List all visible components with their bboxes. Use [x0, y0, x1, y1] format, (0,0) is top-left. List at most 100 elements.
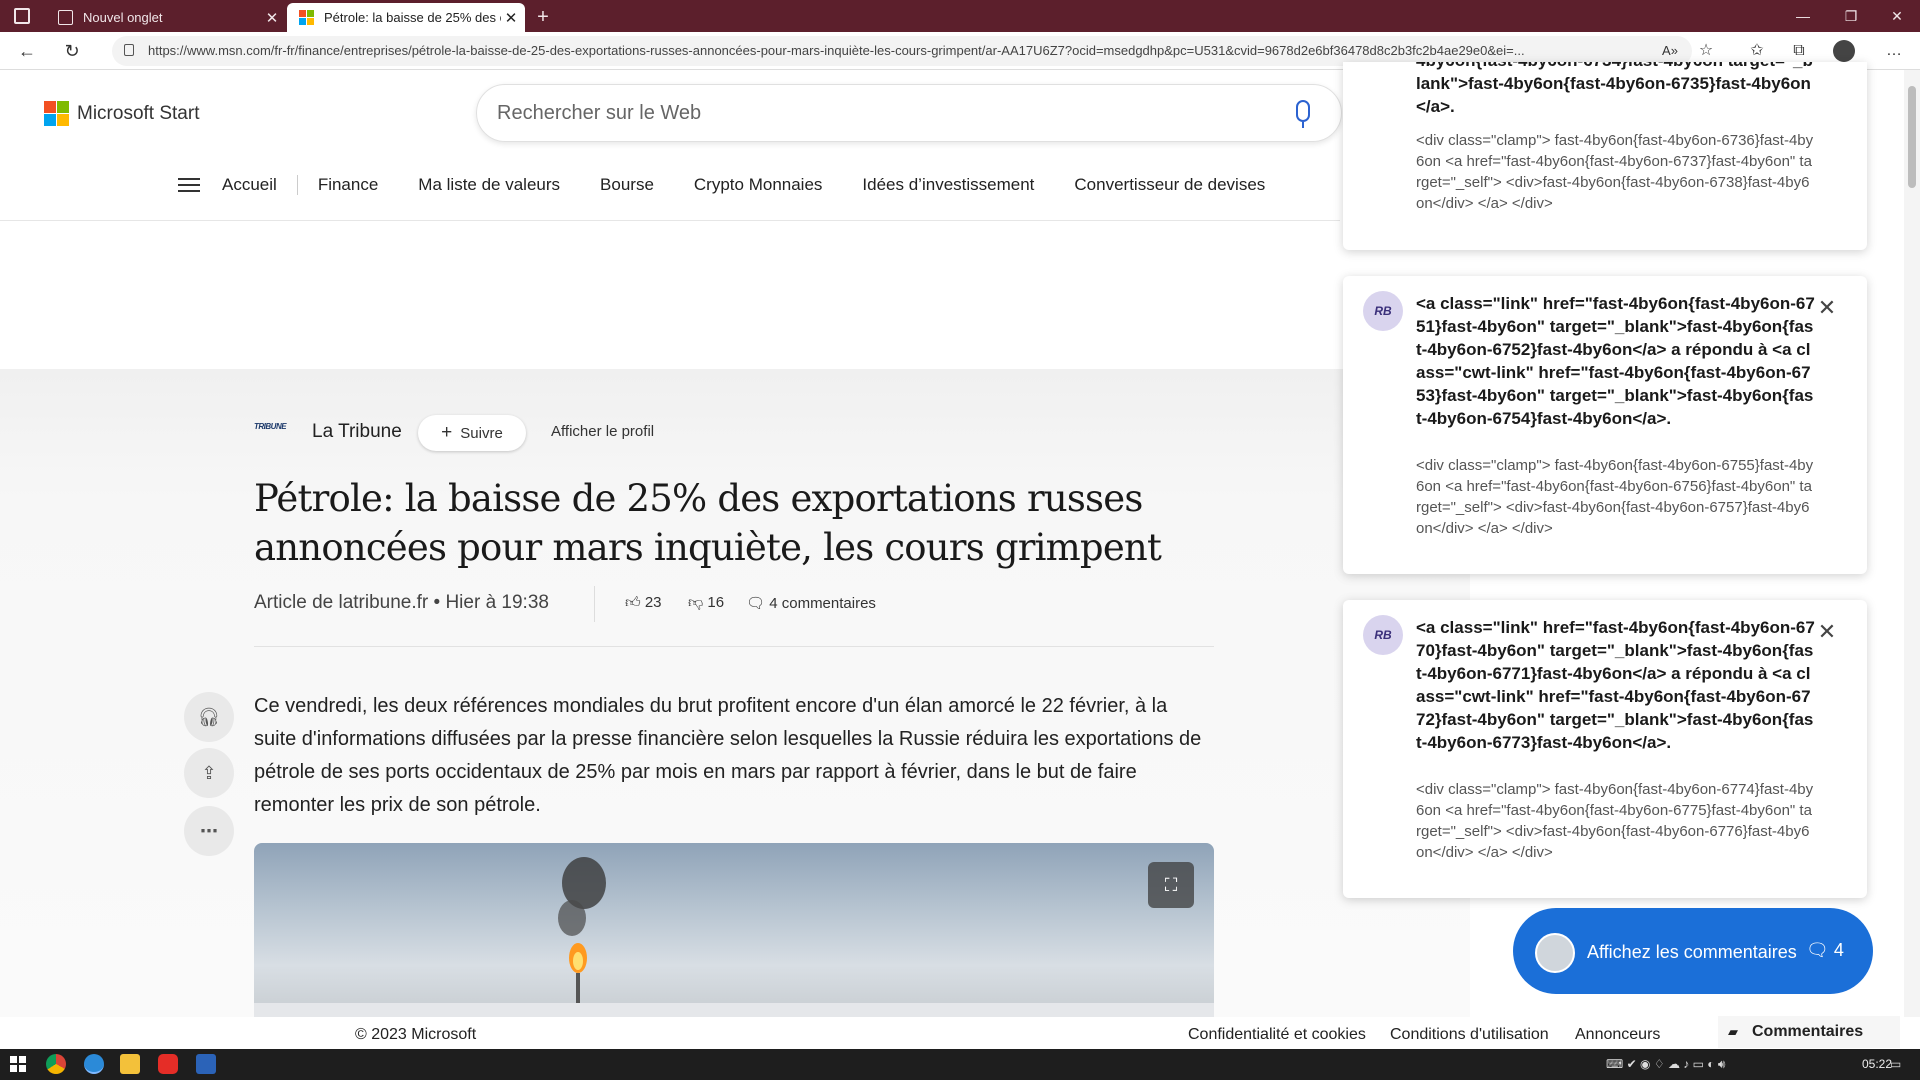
- close-tab-icon[interactable]: ✕: [501, 9, 521, 27]
- show-comments-count: 🗨︎ 4: [1806, 940, 1844, 961]
- restore-button[interactable]: ❐: [1828, 0, 1874, 32]
- comment-count: 4: [1833, 940, 1844, 960]
- advertisers-link[interactable]: Annonceurs: [1575, 1026, 1660, 1044]
- hamburger-menu-icon[interactable]: [178, 178, 200, 192]
- nav-item-investment-ideas[interactable]: Idées d’investissement: [842, 175, 1054, 195]
- microsoft-logo-icon: [44, 101, 69, 126]
- article-image[interactable]: [254, 843, 1214, 1018]
- source-logo[interactable]: TRIBUNE: [254, 422, 298, 442]
- notification-title-text: 4by6on{fast-4by6on-6734}fast-4by6on targ…: [1416, 62, 1813, 116]
- tab-label: Pétrole: la baisse de 25% des exportatio…: [324, 10, 501, 25]
- notification-body: <div class="clamp"> fast-4by6on{fast-4by…: [1416, 132, 1814, 212]
- dislike-button[interactable]: 👎︎ 16: [688, 594, 724, 612]
- search-input[interactable]: Rechercher sur le Web: [476, 84, 1342, 142]
- microphone-stem: [1302, 122, 1304, 128]
- comment-count: 4 commentaires: [769, 595, 876, 612]
- nav-item-watchlist[interactable]: Ma liste de valeurs: [398, 175, 580, 195]
- terms-link[interactable]: Conditions d'utilisation: [1390, 1026, 1549, 1044]
- edge-icon[interactable]: [84, 1054, 104, 1074]
- nav-item-bourse[interactable]: Bourse: [580, 175, 674, 195]
- nav-item-currency-converter[interactable]: Convertisseur de devises: [1054, 175, 1285, 195]
- windows-start-icon[interactable]: [8, 1054, 28, 1074]
- notification-card[interactable]: 4by6on{fast-4by6on-6734}fast-4by6on targ…: [1343, 62, 1867, 250]
- app-icon[interactable]: [196, 1054, 216, 1074]
- minimize-button[interactable]: —: [1780, 0, 1826, 32]
- oil-flare-photo: [254, 857, 1214, 1018]
- plus-icon: +: [441, 422, 453, 443]
- youtube-icon[interactable]: [158, 1054, 178, 1074]
- ad-space: [0, 221, 1340, 369]
- avatar: RB: [1363, 615, 1403, 655]
- msn-favicon-icon: [299, 10, 314, 25]
- follow-label: Suivre: [460, 425, 503, 442]
- chrome-icon[interactable]: [46, 1054, 66, 1074]
- article-byline: Article de latribune.fr • Hier à 19:38: [254, 592, 549, 613]
- close-notification-icon[interactable]: ✕: [1815, 296, 1839, 320]
- comment-icon: ▰: [1728, 1024, 1738, 1039]
- microsoft-start-logo[interactable]: Microsoft Start: [44, 101, 199, 126]
- like-count: 23: [644, 594, 662, 611]
- listen-button[interactable]: 🎧︎: [184, 692, 234, 742]
- article-headline: Pétrole: la baisse de 25% des exportatio…: [254, 477, 1162, 569]
- back-button[interactable]: ←: [12, 38, 42, 64]
- notification-card[interactable]: RB <a class="link" href="fast-4by6on{fas…: [1343, 600, 1867, 898]
- notification-card[interactable]: RB <a class="link" href="fast-4by6on{fas…: [1343, 276, 1867, 574]
- avatar: RB: [1363, 291, 1403, 331]
- article-body: Ce vendredi, les deux références mondial…: [254, 695, 1202, 816]
- read-aloud-icon[interactable]: A»: [1656, 38, 1684, 64]
- system-tray-icons[interactable]: ⌨ ✔ ◉ ♢ ☁ ♪ ▭ ◐ 🔊︎: [1606, 1057, 1725, 1072]
- nav-item-crypto[interactable]: Crypto Monnaies: [674, 175, 843, 195]
- lock-icon[interactable]: [124, 44, 134, 56]
- notification-title: <a class="link" href="fast-4by6on{fast-4…: [1416, 618, 1815, 752]
- nav-item-finance[interactable]: Finance: [298, 175, 398, 195]
- new-tab-icon: [58, 10, 73, 25]
- tab-article[interactable]: Pétrole: la baisse de 25% des exportatio…: [287, 3, 525, 32]
- clock[interactable]: 05:22: [1862, 1057, 1892, 1071]
- meta-divider: [594, 586, 595, 622]
- comments-button[interactable]: 🗨︎ 4 commentaires: [746, 594, 876, 612]
- dislike-count: 16: [707, 594, 725, 611]
- thumbs-up-icon: 👍︎: [625, 594, 645, 611]
- notification-body: <div class="clamp"> fast-4by6on{fast-4by…: [1416, 781, 1814, 861]
- collections-icon[interactable]: ⧉: [1785, 38, 1813, 64]
- like-button[interactable]: 👍︎ 23: [625, 594, 662, 612]
- add-favorite-icon[interactable]: ☆: [1692, 38, 1720, 64]
- nav-item-accueil[interactable]: Accueil: [222, 175, 298, 195]
- favorites-icon[interactable]: ✩: [1743, 38, 1771, 64]
- close-notification-icon[interactable]: ✕: [1815, 620, 1839, 644]
- tab-actions-icon[interactable]: [14, 8, 30, 24]
- comments-tab-label: Commentaires: [1752, 1023, 1864, 1040]
- comment-icon: 🗨︎: [746, 595, 770, 612]
- show-comments-label: Affichez les commentaires: [1587, 942, 1797, 962]
- more-menu-icon[interactable]: …: [1880, 38, 1908, 64]
- expand-icon: ⛶: [1164, 875, 1178, 895]
- notification-title: 4by6on{fast-4by6on-6734}fast-4by6on targ…: [1416, 62, 1816, 128]
- file-explorer-icon[interactable]: [120, 1054, 140, 1074]
- follow-button[interactable]: + Suivre: [418, 415, 526, 451]
- fullscreen-button[interactable]: ⛶: [1148, 862, 1194, 908]
- article-divider: [254, 646, 1214, 647]
- scrollbar-thumb[interactable]: [1908, 86, 1916, 188]
- copyright: © 2023 Microsoft: [355, 1026, 477, 1043]
- notification-body: <div class="clamp"> fast-4by6on{fast-4by…: [1416, 457, 1814, 537]
- tab-new-tab[interactable]: Nouvel onglet ✕: [46, 3, 286, 32]
- profile-avatar[interactable]: [1833, 40, 1855, 62]
- share-button[interactable]: ⇪: [184, 748, 234, 798]
- refresh-button[interactable]: ↻: [57, 38, 87, 64]
- source-name[interactable]: La Tribune: [312, 421, 402, 443]
- close-tab-icon[interactable]: ✕: [262, 9, 282, 27]
- scrollbar[interactable]: [1904, 70, 1920, 1017]
- ellipsis-icon: ⋯: [200, 821, 218, 841]
- comment-icon: 🗨︎: [1806, 940, 1834, 960]
- close-window-button[interactable]: ✕: [1874, 0, 1920, 32]
- comments-tab[interactable]: ▰ Commentaires: [1718, 1016, 1900, 1048]
- microphone-icon[interactable]: [1296, 100, 1310, 122]
- main-nav: Accueil Finance Ma liste de valeurs Bour…: [178, 170, 1285, 200]
- brand-name: Microsoft Start: [77, 102, 200, 124]
- thumbs-down-icon: 👎︎: [688, 594, 708, 611]
- view-profile-link[interactable]: Afficher le profil: [551, 423, 654, 440]
- privacy-link[interactable]: Confidentialité et cookies: [1188, 1026, 1366, 1044]
- new-tab-button[interactable]: +: [530, 4, 556, 30]
- notifications-icon[interactable]: ▭: [1890, 1057, 1901, 1071]
- more-options-button[interactable]: ⋯: [184, 806, 234, 856]
